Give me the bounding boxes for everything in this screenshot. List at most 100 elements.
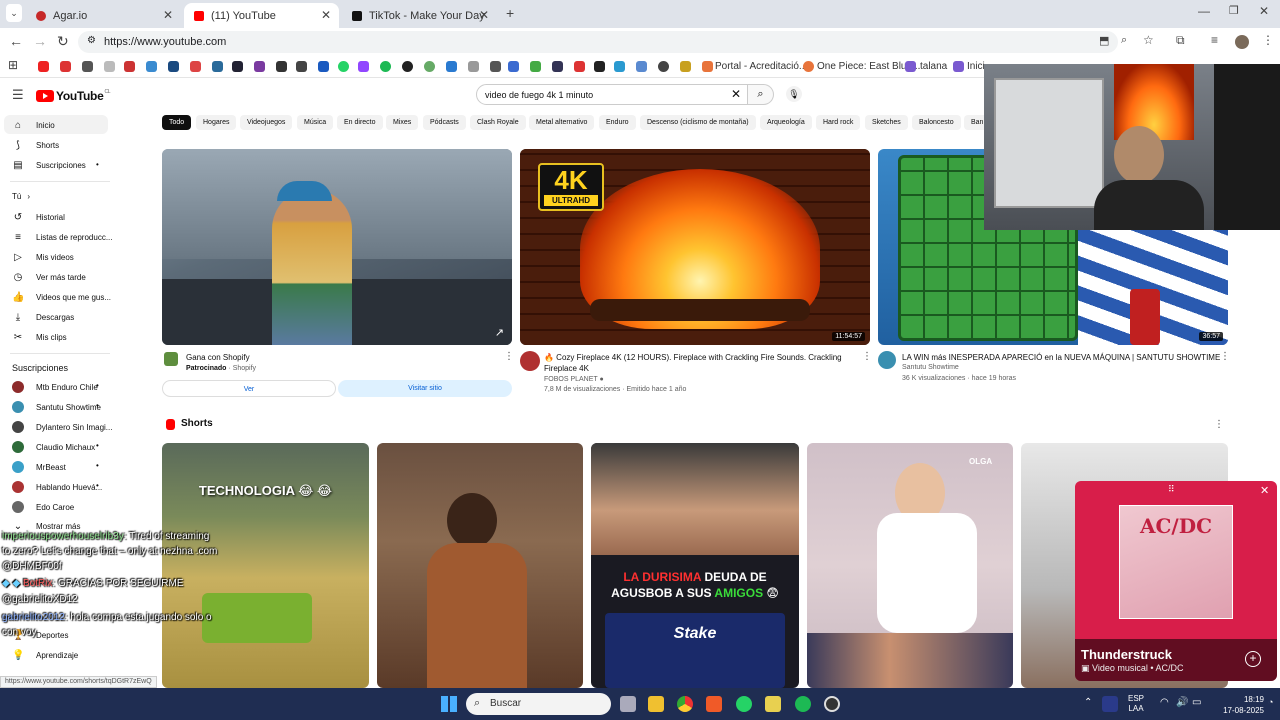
add-to-playlist-icon[interactable]: +: [1245, 651, 1261, 667]
bookmark-star-icon[interactable]: ☆: [1143, 33, 1154, 47]
chip-arqueologia[interactable]: Arqueología: [760, 115, 812, 130]
chip-baloncesto[interactable]: Baloncesto: [912, 115, 961, 130]
drag-handle-icon[interactable]: ⠿: [1168, 484, 1175, 495]
tab-tiktok[interactable]: TikTok - Make Your Day ✕: [342, 3, 497, 28]
apps-grid-icon[interactable]: ⊞: [8, 58, 18, 72]
sub-channel-item[interactable]: Hablando Huevá...: [12, 481, 102, 493]
more-options-icon[interactable]: ⋮: [1220, 351, 1230, 362]
site-info-icon[interactable]: ⚙: [87, 35, 96, 46]
ver-button[interactable]: Ver: [162, 380, 336, 397]
sidebar-item-mis-videos[interactable]: ▷ Mis videos: [12, 252, 74, 263]
bookmark-spotify-icon[interactable]: [380, 61, 391, 72]
channel-name[interactable]: Santutu Showtime: [902, 364, 959, 371]
talana-bookmark-icon[interactable]: [905, 61, 916, 72]
volume-icon[interactable]: 🔊: [1176, 697, 1188, 708]
spotify-icon[interactable]: [795, 696, 811, 712]
sub-channel-item[interactable]: Santutu Showtime: [12, 401, 101, 413]
sidebar-you-header[interactable]: Tú ›: [12, 192, 30, 201]
miniplayer-title[interactable]: Thunderstruck: [1081, 647, 1172, 662]
chip-mixes[interactable]: Mixes: [386, 115, 419, 130]
bookmark-icon[interactable]: [232, 61, 243, 72]
bookmark-inici[interactable]: Inici: [967, 61, 985, 72]
profile-avatar[interactable]: [1235, 35, 1249, 49]
bookmark-icon[interactable]: [614, 61, 625, 72]
notification-icon[interactable]: ◔: [1268, 697, 1273, 707]
extensions-icon[interactable]: ⧉: [1176, 33, 1185, 48]
bookmark-icon[interactable]: [168, 61, 179, 72]
bookmark-icon[interactable]: [296, 61, 307, 72]
chip-hard-rock[interactable]: Hard rock: [816, 115, 861, 130]
visitar-sitio-button[interactable]: Visitar sitio: [338, 380, 512, 397]
short-thumbnail[interactable]: [377, 443, 583, 688]
search-button[interactable]: ⌕: [748, 84, 774, 105]
windows-start-icon[interactable]: [441, 696, 457, 712]
sub-channel-item[interactable]: Edo Caroe: [12, 501, 74, 513]
new-tab-icon[interactable]: +: [506, 5, 514, 21]
sidebar-item-shorts[interactable]: ⟆ Shorts: [12, 140, 59, 151]
task-view-icon[interactable]: [620, 696, 636, 712]
video-thumbnail-shopify[interactable]: ↗: [162, 149, 512, 345]
bookmark-portal[interactable]: Portal - Acreditació...: [715, 61, 807, 72]
reload-icon[interactable]: ↻: [57, 33, 69, 50]
playlist-media-icon[interactable]: ≡: [1211, 33, 1218, 47]
close-tab-icon[interactable]: ✕: [163, 8, 173, 22]
bookmark-icon[interactable]: [424, 61, 435, 72]
whatsapp-icon[interactable]: [736, 696, 752, 712]
bookmark-icon[interactable]: [402, 61, 413, 72]
bookmark-icon[interactable]: [212, 61, 223, 72]
url-input[interactable]: ⚙ https://www.youtube.com: [78, 31, 1118, 53]
chip-todo[interactable]: Todo: [162, 115, 192, 130]
onepiece-bookmark-icon[interactable]: [803, 61, 814, 72]
install-icon[interactable]: ⬒: [1099, 34, 1109, 47]
chip-descenso[interactable]: Descenso (ciclismo de montaña): [640, 115, 756, 130]
bookmark-icon[interactable]: [104, 61, 115, 72]
chip-podcasts[interactable]: Pódcasts: [423, 115, 466, 130]
bookmark-icon[interactable]: [552, 61, 563, 72]
sidebar-item-historial[interactable]: ↺ Historial: [12, 212, 65, 223]
bookmark-icon[interactable]: [680, 61, 691, 72]
short-thumbnail[interactable]: LA DURISIMA DEUDA DE AGUSBOB A SUS AMIGO…: [591, 443, 799, 688]
chip-en-directo[interactable]: En directo: [337, 115, 383, 130]
bookmark-gmail-icon[interactable]: [60, 61, 71, 72]
hamburger-menu-icon[interactable]: ☰: [12, 87, 24, 103]
tab-list-icon[interactable]: ⌄: [6, 4, 22, 22]
chrome-icon[interactable]: [677, 696, 693, 712]
video-title[interactable]: LA WIN más INESPERADA APARECIÓ en la NUE…: [902, 352, 1222, 363]
chip-enduro[interactable]: Enduro: [599, 115, 636, 130]
minimize-icon[interactable]: —: [1198, 4, 1210, 18]
taskbar-search[interactable]: ⌕ Buscar: [466, 693, 611, 715]
sidebar-item-me-gusta[interactable]: 👍 Videos que me gus...: [12, 292, 111, 303]
more-options-icon[interactable]: ⋮: [862, 351, 872, 362]
chip-sketches[interactable]: Sketches: [865, 115, 908, 130]
obs-icon[interactable]: [824, 696, 840, 712]
short-thumbnail[interactable]: OLGA: [807, 443, 1013, 688]
brave-icon[interactable]: [706, 696, 722, 712]
sub-channel-item[interactable]: MrBeast: [12, 461, 66, 473]
chip-musica[interactable]: Música: [297, 115, 334, 130]
keyboard-language[interactable]: ESP LAA: [1128, 694, 1144, 714]
wifi-icon[interactable]: ◠: [1160, 697, 1169, 708]
tab-youtube[interactable]: (11) YouTube ✕: [184, 3, 339, 28]
chip-metal-alternativo[interactable]: Metal alternativo: [529, 115, 595, 130]
inici-bookmark-icon[interactable]: [953, 61, 964, 72]
clear-search-icon[interactable]: ✕: [731, 87, 741, 101]
sidebar-item-suscripciones[interactable]: ▤ Suscripciones: [12, 160, 86, 171]
file-explorer-icon[interactable]: [648, 696, 664, 712]
sidebar-item-listas[interactable]: ≡ Listas de reproducc...: [12, 232, 112, 243]
close-tab-icon[interactable]: ✕: [321, 8, 331, 22]
channel-avatar[interactable]: [878, 351, 896, 369]
chip-hogares[interactable]: Hogares: [196, 115, 237, 130]
short-thumbnail[interactable]: TECHNOLOGIA 😂 😂: [162, 443, 369, 688]
tray-app-icon[interactable]: [1102, 696, 1118, 712]
window-close-icon[interactable]: ✕: [1259, 4, 1269, 18]
sidebar-item-descargas[interactable]: ⤓ Descargas: [12, 312, 74, 323]
bookmark-icon[interactable]: [530, 61, 541, 72]
bookmark-icon[interactable]: [276, 61, 287, 72]
shorts-more-icon[interactable]: ⋮: [1214, 419, 1224, 430]
back-icon[interactable]: ←: [9, 33, 23, 49]
album-art[interactable]: AC/DC: [1119, 505, 1233, 619]
channel-avatar[interactable]: [520, 351, 540, 371]
sidebar-item-inicio[interactable]: ⌂ Inicio: [12, 120, 55, 131]
bookmark-whatsapp-icon[interactable]: [338, 61, 349, 72]
bookmark-icon[interactable]: [124, 61, 135, 72]
